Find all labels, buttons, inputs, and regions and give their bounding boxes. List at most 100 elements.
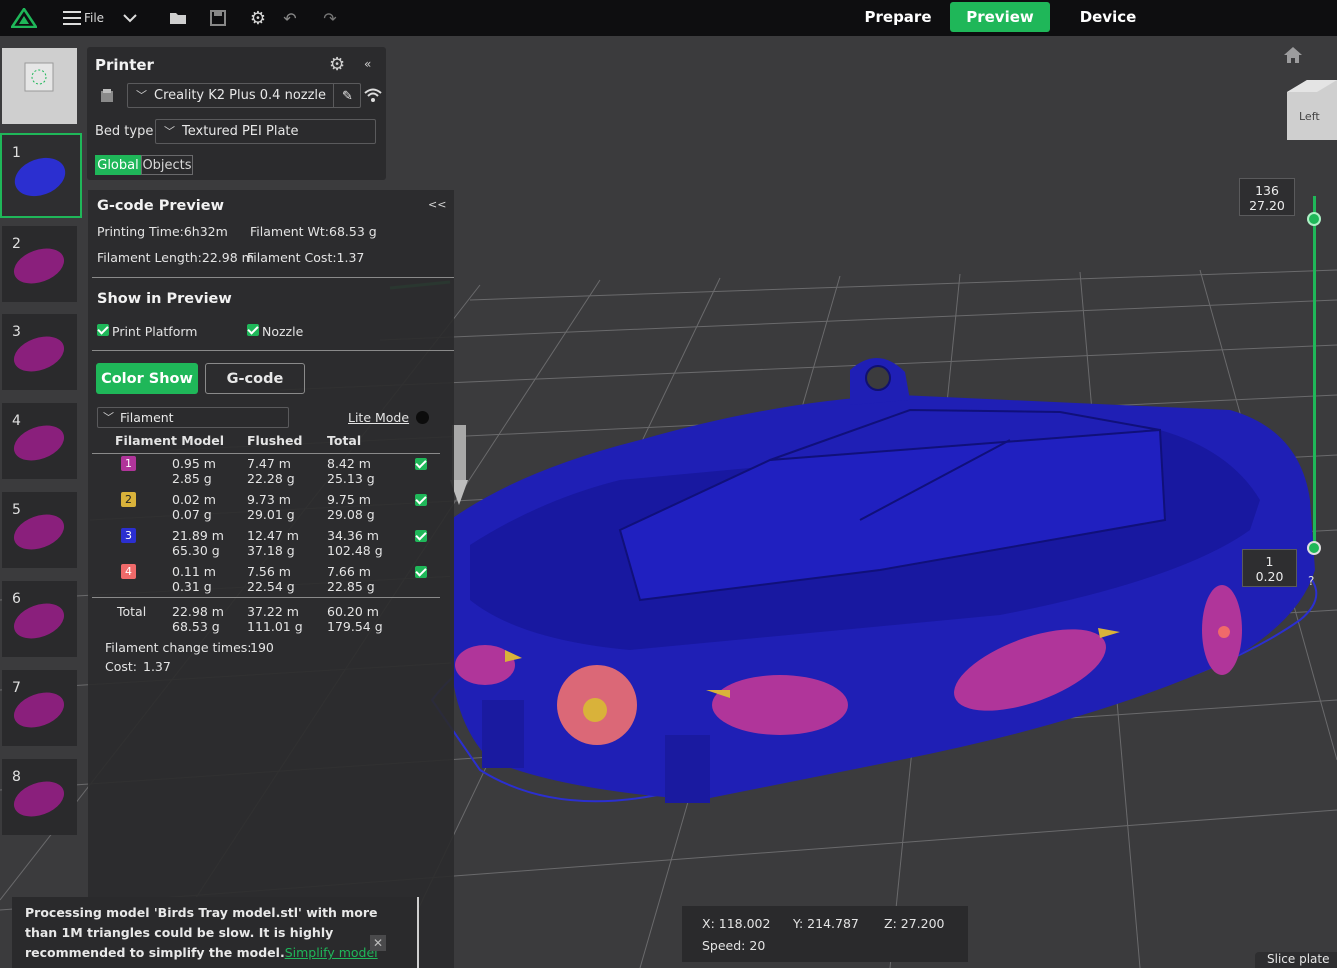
app-logo-icon bbox=[10, 0, 38, 36]
tray-foot-center bbox=[665, 735, 710, 803]
total-model-weight: 68.53 g bbox=[172, 619, 220, 634]
grand-total-weight: 179.54 g bbox=[327, 619, 383, 634]
tab-prepare-label: Prepare bbox=[864, 8, 932, 26]
bed-type-select[interactable]: ﹀ Textured PEI Plate bbox=[155, 119, 376, 144]
plate-thumbnail-4[interactable]: 4 bbox=[2, 403, 77, 479]
top-layer-number: 136 bbox=[1255, 183, 1279, 198]
tab-hole bbox=[865, 365, 891, 391]
total-weight: 29.08 g bbox=[327, 507, 375, 522]
total-weight: 22.85 g bbox=[327, 579, 375, 594]
menu-icon[interactable] bbox=[62, 0, 82, 36]
undo-icon[interactable]: ↶ bbox=[278, 0, 302, 36]
filament-visible-checkbox[interactable] bbox=[415, 566, 427, 578]
simplify-model-link[interactable]: Simplify model bbox=[285, 945, 378, 960]
collapse-gcode-panel-icon[interactable]: << bbox=[428, 198, 446, 211]
flushed-length: 9.73 m bbox=[247, 492, 291, 507]
model-weight: 0.31 g bbox=[172, 579, 212, 594]
plate-thumbnail-overview[interactable] bbox=[2, 48, 77, 124]
top-toolbar: File ⚙ ↶ ↷ Prepare Preview Device bbox=[0, 0, 1337, 36]
model-length: 0.02 m bbox=[172, 492, 216, 507]
plate-thumbnail-6[interactable]: 6 bbox=[2, 581, 77, 657]
file-menu[interactable]: File bbox=[82, 0, 106, 36]
plate-thumbnail-5[interactable]: 5 bbox=[2, 492, 77, 568]
filament-weight: Filament Wt:68.53 g bbox=[250, 224, 377, 239]
tab-device[interactable]: Device bbox=[1070, 2, 1146, 32]
total-length: 34.36 m bbox=[327, 528, 379, 543]
color-show-label: Color Show bbox=[101, 370, 193, 387]
speed-readout: Speed: 20 bbox=[702, 938, 766, 953]
slice-plate-button[interactable]: Slice plate bbox=[1255, 952, 1337, 968]
total-weight: 25.13 g bbox=[327, 471, 375, 486]
filament-cost: Filament Cost:1.37 bbox=[247, 250, 365, 265]
settings-gear-icon[interactable]: ⚙ bbox=[246, 0, 270, 36]
top-layer-height: 27.20 bbox=[1249, 198, 1285, 213]
flower-decoration-2 bbox=[1202, 585, 1242, 675]
flushed-weight: 22.54 g bbox=[247, 579, 295, 594]
print-platform-checkbox[interactable] bbox=[97, 324, 109, 336]
plate-thumbnail-1[interactable]: 1 bbox=[0, 133, 82, 218]
filament-change-times-label: Filament change times: bbox=[105, 640, 252, 655]
chevron-down-icon[interactable] bbox=[118, 0, 142, 36]
model-length: 0.11 m bbox=[172, 564, 216, 579]
tab-device-label: Device bbox=[1079, 8, 1137, 26]
filament-length: Filament Length:22.98 m bbox=[97, 250, 254, 265]
total-model-length: 22.98 m bbox=[172, 604, 224, 619]
tab-global[interactable]: Global bbox=[95, 155, 141, 175]
slice-plate-label: Slice plate bbox=[1267, 952, 1330, 966]
filament-visible-checkbox[interactable] bbox=[415, 494, 427, 506]
printer-select-value: Creality K2 Plus 0.4 nozzle bbox=[154, 88, 327, 103]
redo-icon[interactable]: ↷ bbox=[318, 0, 342, 36]
layer-slider-bottom-handle[interactable] bbox=[1307, 541, 1321, 555]
layer-slider-top-handle[interactable] bbox=[1307, 212, 1321, 226]
gcode-preview-title: G-code Preview bbox=[97, 198, 225, 214]
printer-settings-gear-icon[interactable]: ⚙ bbox=[329, 54, 345, 75]
filament-swatch: 3 bbox=[121, 528, 136, 543]
coord-x: X: 118.002 bbox=[702, 916, 771, 931]
home-view-icon[interactable] bbox=[1283, 46, 1303, 64]
flushed-length: 7.56 m bbox=[247, 564, 291, 579]
plate-thumbnail-3[interactable]: 3 bbox=[2, 314, 77, 390]
total-length: 7.66 m bbox=[327, 564, 371, 579]
flushed-weight: 29.01 g bbox=[247, 507, 295, 522]
bed-type-value: Textured PEI Plate bbox=[182, 124, 299, 139]
flushed-length: 12.47 m bbox=[247, 528, 299, 543]
view-cube-label: Left bbox=[1299, 110, 1320, 123]
filament-visible-checkbox[interactable] bbox=[415, 530, 427, 542]
plate-thumbnail-7[interactable]: 7 bbox=[2, 670, 77, 746]
bottom-layer-height: 0.20 bbox=[1255, 569, 1284, 584]
plate-thumbnail-2[interactable]: 2 bbox=[2, 226, 77, 302]
collapse-printer-panel-icon[interactable]: « bbox=[364, 57, 371, 71]
flower-decoration-1 bbox=[557, 665, 637, 745]
close-notification-icon[interactable]: ✕ bbox=[370, 935, 386, 951]
filament-view-select[interactable]: ﹀ Filament bbox=[97, 407, 289, 428]
lite-mode-dot-icon[interactable] bbox=[416, 411, 429, 424]
view-cube[interactable]: Left bbox=[1287, 80, 1337, 140]
total-length: 9.75 m bbox=[327, 492, 371, 507]
filament-visible-checkbox[interactable] bbox=[415, 458, 427, 470]
tab-objects[interactable]: Objects bbox=[141, 155, 193, 175]
lite-mode-toggle[interactable]: Lite Mode bbox=[348, 410, 409, 425]
flushed-weight: 22.28 g bbox=[247, 471, 295, 486]
color-show-button[interactable]: Color Show bbox=[96, 363, 198, 394]
wifi-icon[interactable] bbox=[364, 87, 382, 107]
open-folder-icon[interactable] bbox=[166, 0, 190, 36]
tab-prepare[interactable]: Prepare bbox=[855, 2, 941, 32]
help-icon[interactable]: ? bbox=[1308, 574, 1314, 588]
gcode-view-label: G-code bbox=[226, 370, 284, 387]
tab-preview-label: Preview bbox=[966, 8, 1034, 26]
divider bbox=[92, 597, 440, 598]
total-length: 8.42 m bbox=[327, 456, 371, 471]
model-weight: 65.30 g bbox=[172, 543, 220, 558]
total-flushed-length: 37.22 m bbox=[247, 604, 299, 619]
plate-thumbnail-8[interactable]: 8 bbox=[2, 759, 77, 835]
bird-decoration-2 bbox=[712, 675, 848, 735]
gcode-view-button[interactable]: G-code bbox=[205, 363, 305, 394]
coord-z: Z: 27.200 bbox=[884, 916, 945, 931]
edit-printer-pencil-icon[interactable]: ✎ bbox=[333, 84, 361, 108]
tab-preview[interactable]: Preview bbox=[950, 2, 1050, 32]
printing-time: Printing Time:6h32m bbox=[97, 224, 228, 239]
save-icon[interactable] bbox=[206, 0, 230, 36]
printer-select[interactable]: ﹀ Creality K2 Plus 0.4 nozzle bbox=[127, 83, 361, 108]
layer-slider-track[interactable] bbox=[1313, 196, 1316, 551]
nozzle-checkbox[interactable] bbox=[247, 324, 259, 336]
